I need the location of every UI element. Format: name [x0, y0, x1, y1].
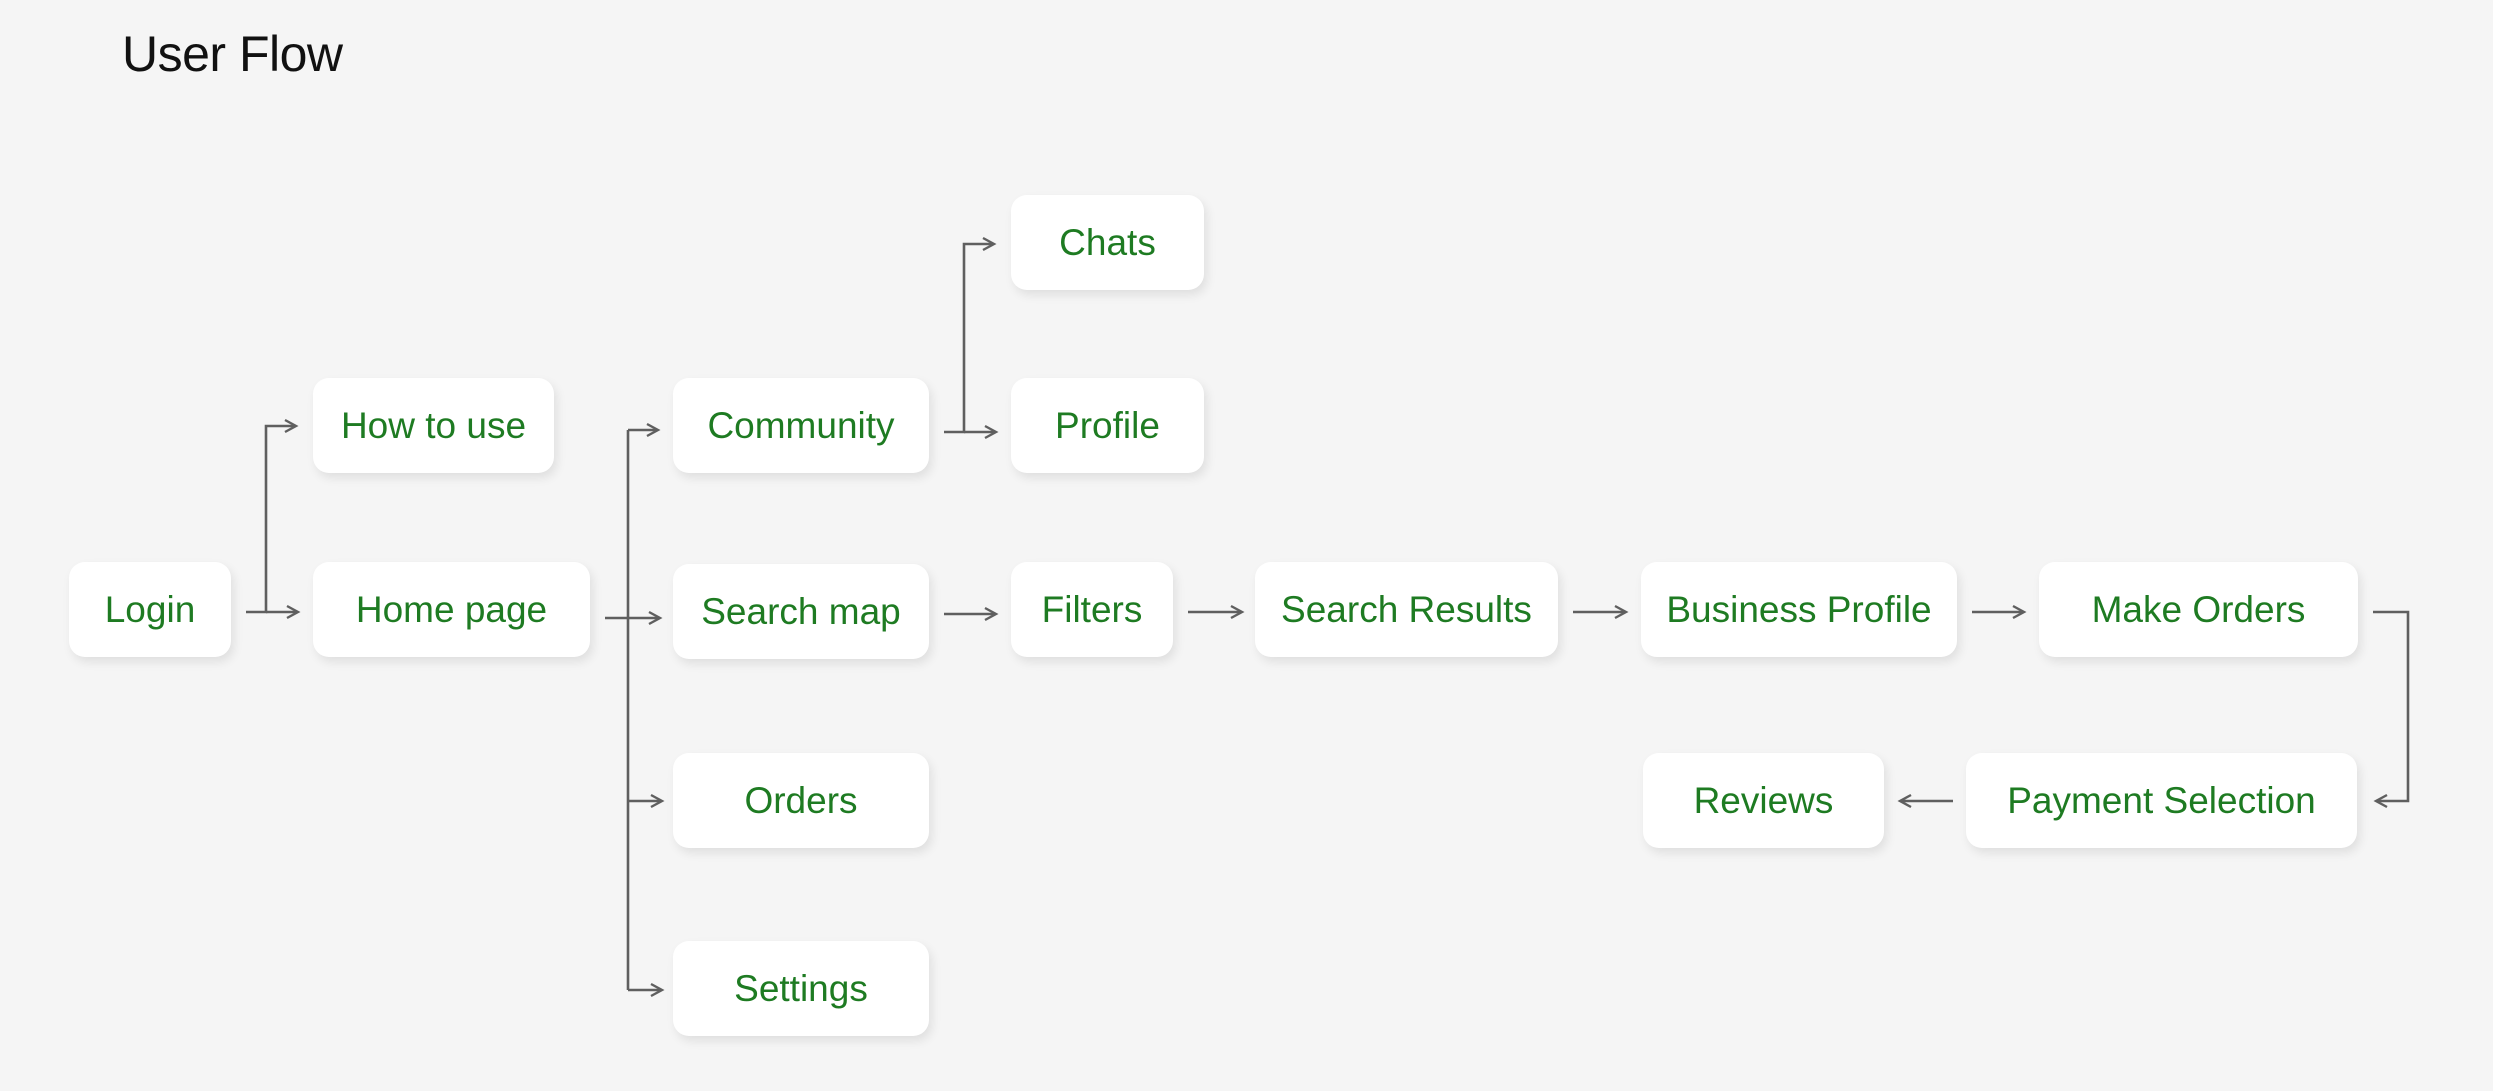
node-make-orders[interactable]: Make Orders [2039, 562, 2358, 657]
node-profile[interactable]: Profile [1011, 378, 1204, 473]
node-settings[interactable]: Settings [673, 941, 929, 1036]
node-reviews[interactable]: Reviews [1643, 753, 1884, 848]
node-business-profile[interactable]: Business Profile [1641, 562, 1957, 657]
connector-community-chats [944, 236, 997, 434]
flow-connectors [246, 236, 2410, 998]
node-filters[interactable]: Filters [1011, 562, 1173, 657]
node-login[interactable]: Login [69, 562, 231, 657]
node-search-map[interactable]: Search map [673, 564, 929, 659]
node-community[interactable]: Community [673, 378, 929, 473]
node-home-page[interactable]: Home page [313, 562, 590, 657]
connector-make-orders-payment-selection [2373, 610, 2410, 809]
node-chats[interactable]: Chats [1011, 195, 1204, 290]
connector-login-how-to-use [246, 418, 299, 614]
node-how-to-use[interactable]: How to use [313, 378, 554, 473]
node-orders[interactable]: Orders [673, 753, 929, 848]
node-search-results[interactable]: Search Results [1255, 562, 1558, 657]
node-payment-selection[interactable]: Payment Selection [1966, 753, 2357, 848]
